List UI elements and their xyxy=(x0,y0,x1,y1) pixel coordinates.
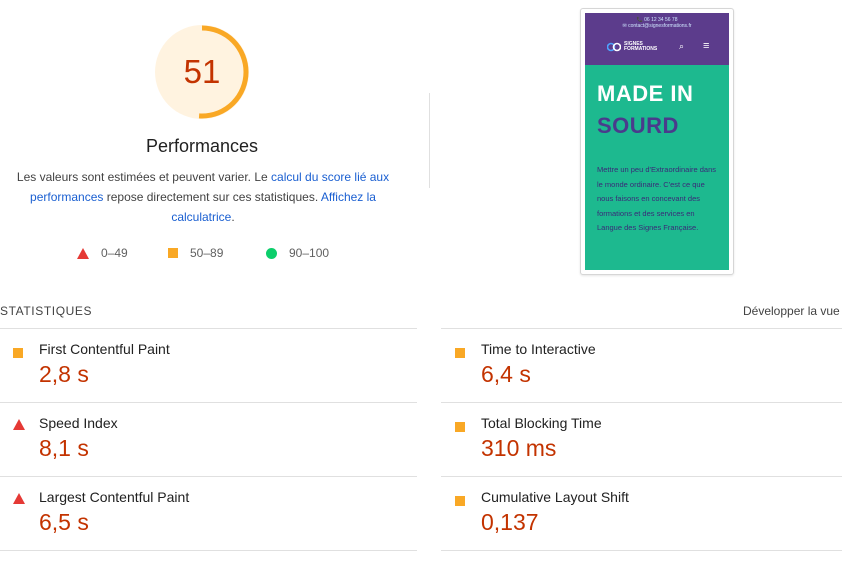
divider xyxy=(441,328,842,329)
site-heading-1: MADE IN xyxy=(597,81,694,106)
metric-name: Total Blocking Time xyxy=(481,415,602,431)
triangle-red-icon xyxy=(13,419,25,430)
site-paragraph: Mettre un peu d'Extraordinaire dans le m… xyxy=(597,165,717,232)
metric-value: 2,8 s xyxy=(39,361,89,387)
site-heading-2: SOURD xyxy=(597,113,679,138)
performance-score: 51 xyxy=(183,53,221,90)
divider xyxy=(0,328,417,329)
site-search-icon: ⌕ xyxy=(679,41,685,51)
performance-description: Les valeurs sont estimées et peuvent var… xyxy=(14,167,392,227)
legend-item-fail: 0–49 xyxy=(77,246,128,260)
metric-name: Time to Interactive xyxy=(481,341,596,357)
legend-item-pass: 90–100 xyxy=(266,246,329,260)
desc-text-1: Les valeurs sont estimées et peuvent var… xyxy=(16,170,272,184)
square-orange-icon xyxy=(455,496,465,506)
site-email: ✉ contact@signesformations.fr xyxy=(622,23,692,29)
stats-title: STATISTIQUES xyxy=(0,304,93,318)
metric-largest-contentful-paint: Largest Contentful Paint 6,5 s xyxy=(13,489,413,563)
legend-label: 50–89 xyxy=(190,246,224,260)
metric-value: 6,5 s xyxy=(39,509,89,535)
legend-label: 90–100 xyxy=(289,246,330,260)
screenshot-content: 📞 06 12 34 56 78 ✉ contact@signesformati… xyxy=(585,13,729,270)
expand-view-toggle[interactable]: Développer la vue xyxy=(743,304,840,318)
triangle-red-icon xyxy=(77,247,89,259)
metric-value: 6,4 s xyxy=(481,361,531,387)
site-logo: SIGNES FORMATIONS xyxy=(607,42,657,52)
metric-value: 310 ms xyxy=(481,435,557,461)
desc-text-3: . xyxy=(231,210,235,224)
logo-mark-icon xyxy=(607,42,621,52)
square-orange-icon xyxy=(13,348,23,358)
performance-title: Performances xyxy=(145,136,259,156)
triangle-red-icon xyxy=(13,493,25,504)
metric-total-blocking-time: Total Blocking Time 310 ms xyxy=(455,415,842,489)
square-orange-icon xyxy=(168,248,178,258)
metric-name: First Contentful Paint xyxy=(39,341,170,357)
desc-text-2: repose directement sur ces statistiques. xyxy=(103,190,321,204)
square-orange-icon xyxy=(455,422,465,432)
site-menu-icon: ≡ xyxy=(703,40,710,52)
site-contact-info: 📞 06 12 34 56 78 ✉ contact@signesformati… xyxy=(585,17,729,29)
metric-time-to-interactive: Time to Interactive 6,4 s xyxy=(455,341,842,415)
metric-value: 0,137 xyxy=(481,509,539,535)
metric-speed-index: Speed Index 8,1 s xyxy=(13,415,413,489)
square-orange-icon xyxy=(455,348,465,358)
page-screenshot-thumbnail[interactable]: 📞 06 12 34 56 78 ✉ contact@signesformati… xyxy=(580,8,734,275)
metric-name: Largest Contentful Paint xyxy=(39,489,190,505)
vertical-divider xyxy=(429,93,430,188)
metric-cumulative-layout-shift: Cumulative Layout Shift 0,137 xyxy=(455,489,842,563)
legend-label: 0–49 xyxy=(101,246,128,260)
metric-value: 8,1 s xyxy=(39,435,89,461)
metric-first-contentful-paint: First Contentful Paint 2,8 s xyxy=(13,341,413,415)
legend-item-average: 50–89 xyxy=(168,246,223,260)
circle-green-icon xyxy=(266,247,277,259)
metric-name: Speed Index xyxy=(39,415,118,431)
metric-name: Cumulative Layout Shift xyxy=(481,489,629,505)
logo-text-2: FORMATIONS xyxy=(624,46,658,52)
